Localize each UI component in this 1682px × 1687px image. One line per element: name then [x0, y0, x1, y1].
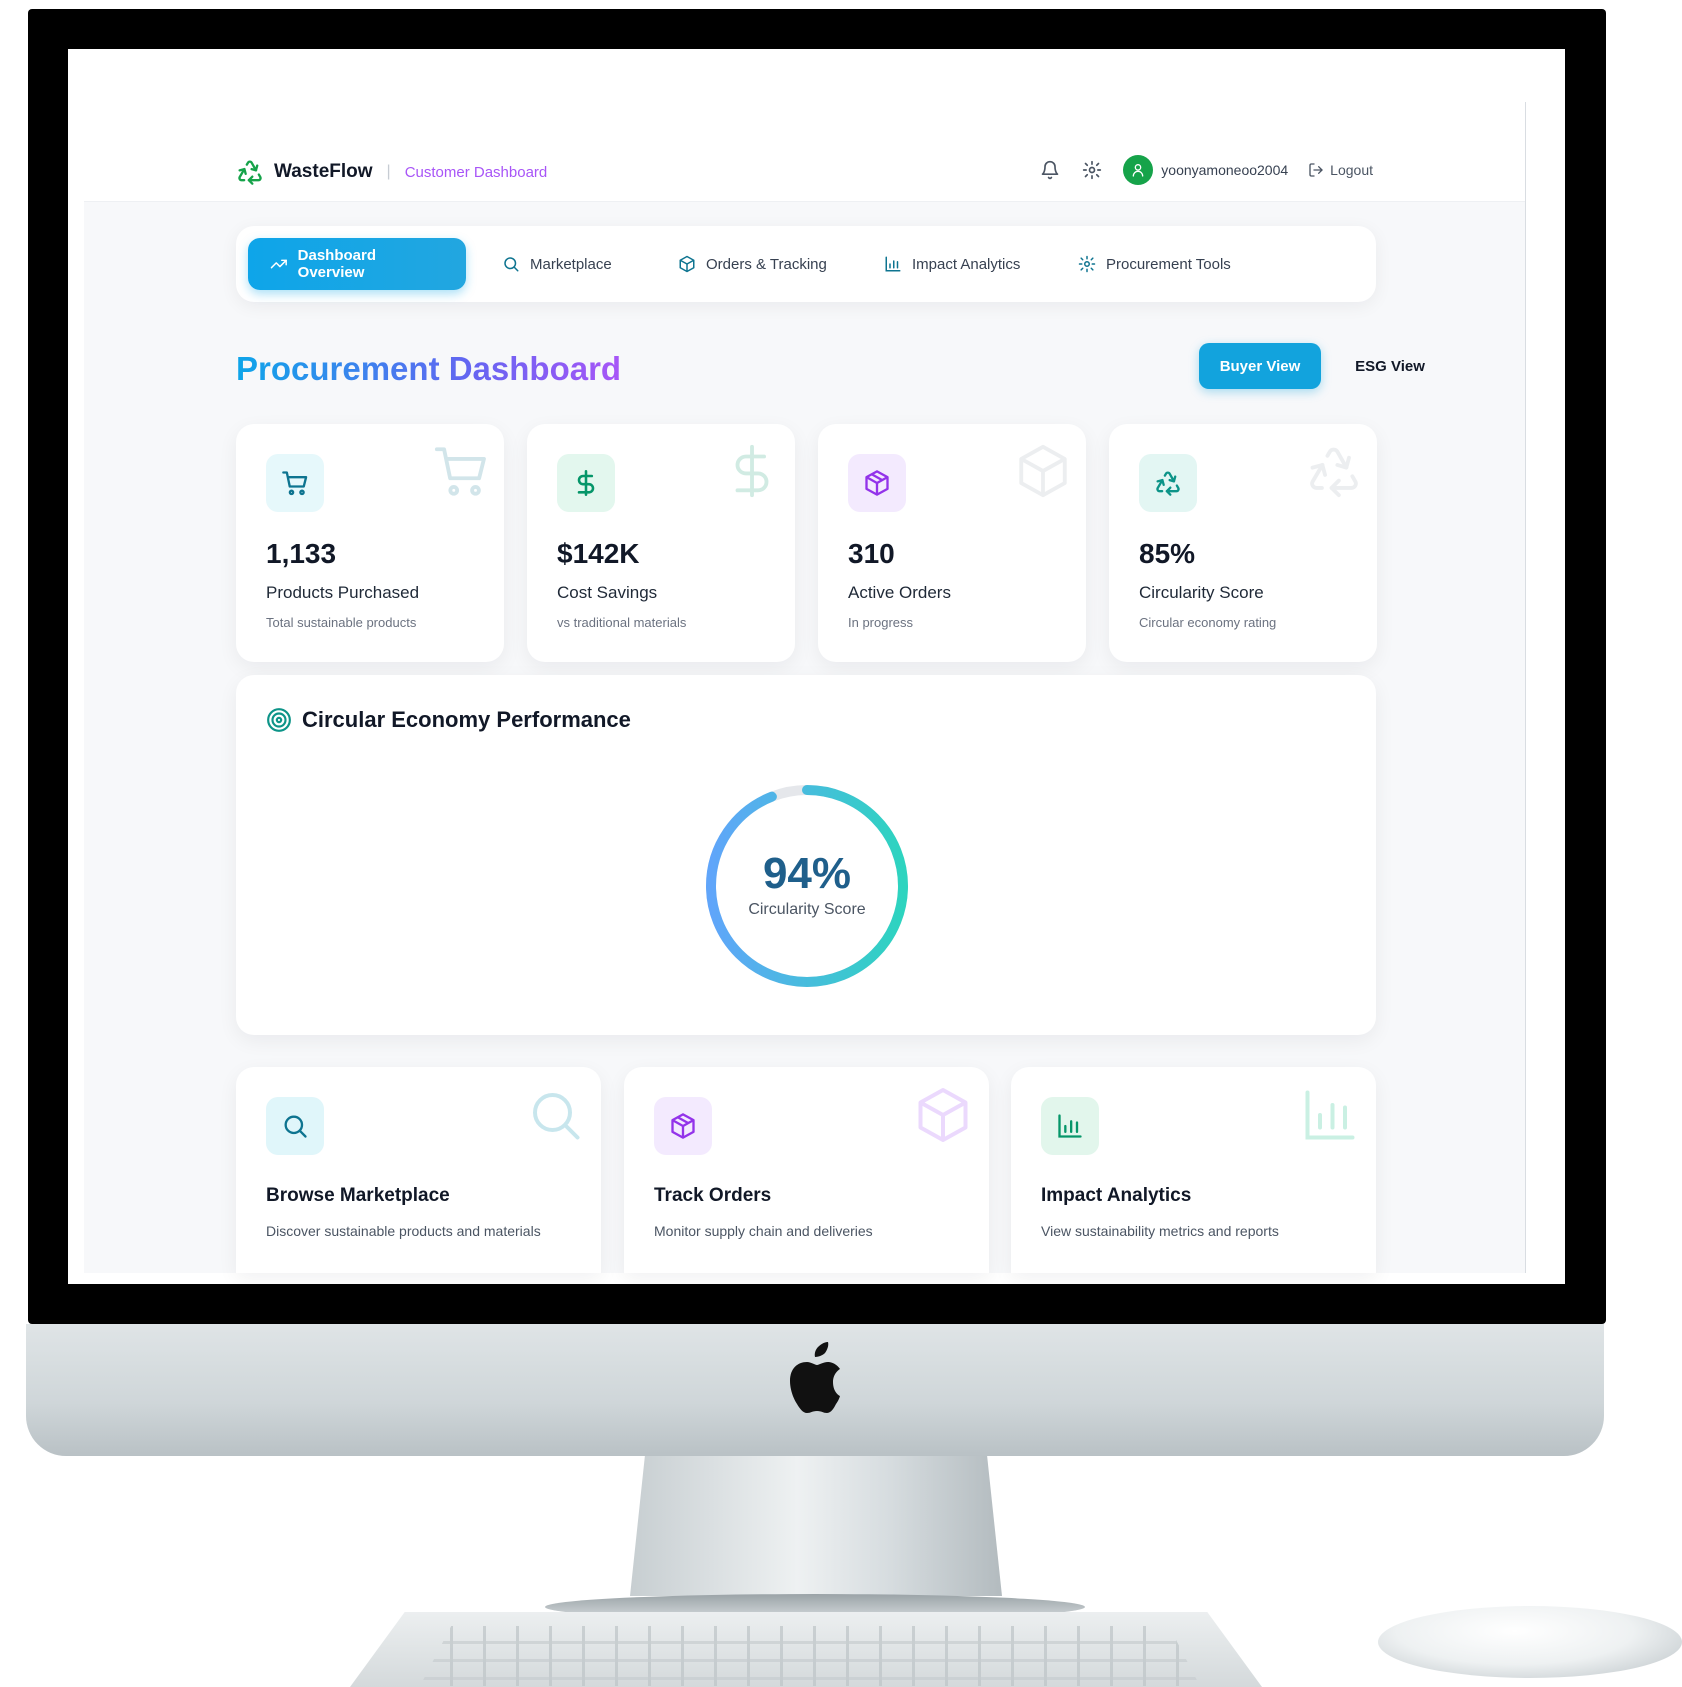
app-header: WasteFlow | Customer Dashboard yoonyamon…	[84, 102, 1525, 202]
esg-view-button[interactable]: ESG View	[1329, 343, 1451, 389]
tab-label: Impact Analytics	[912, 255, 1021, 273]
stat-subtext: Circular economy rating	[1139, 615, 1277, 630]
stat-value: 1,133	[266, 538, 337, 569]
target-icon	[267, 708, 291, 732]
action-title: Impact Analytics	[1041, 1185, 1192, 1206]
tab-marketplace[interactable]: Marketplace	[480, 238, 634, 290]
stat-card-active-orders: 310 Active Orders In progress	[818, 424, 1086, 662]
tab-procurement-tools[interactable]: Procurement Tools	[1056, 238, 1253, 290]
tab-label: Dashboard Overview	[297, 247, 377, 281]
package-icon	[865, 470, 889, 496]
stat-value: $142K	[557, 538, 640, 569]
bar-chart-icon	[885, 256, 901, 272]
apple-logo-icon	[790, 1342, 840, 1413]
stat-icon-bg	[1139, 454, 1197, 512]
stat-label: Products Purchased	[266, 583, 420, 602]
brand-subtitle: Customer Dashboard	[404, 163, 548, 181]
stat-label: Active Orders	[848, 583, 951, 602]
logout-icon	[1309, 163, 1323, 177]
monitor-stand	[630, 1456, 1002, 1596]
brand[interactable]: WasteFlow | Customer Dashboard	[236, 158, 547, 186]
search-icon	[504, 257, 519, 272]
bar-chart-icon	[1305, 1090, 1355, 1140]
gauge-value: 94%	[762, 849, 852, 898]
action-icon-bg	[654, 1097, 712, 1155]
stat-card-cost-savings: $142K Cost Savings vs traditional materi…	[527, 424, 795, 662]
recycle-icon	[1310, 447, 1358, 498]
dollar-icon	[577, 470, 595, 496]
action-title: Browse Marketplace	[266, 1185, 450, 1206]
stat-card-circularity-score: 85% Circularity Score Circular economy r…	[1109, 424, 1377, 662]
stat-label: Circularity Score	[1139, 583, 1264, 602]
browse-marketplace-card[interactable]: Browse Marketplace Discover sustainable …	[236, 1067, 601, 1273]
track-orders-card[interactable]: Track Orders Monitor supply chain and de…	[624, 1067, 989, 1273]
bell-icon[interactable]	[1039, 159, 1061, 181]
package-icon	[671, 1113, 695, 1139]
stat-value: 310	[848, 538, 895, 569]
tab-label: Orders & Tracking	[706, 255, 827, 273]
gear-icon[interactable]	[1081, 159, 1103, 181]
panel-title: Circular Economy Performance	[266, 707, 631, 733]
stat-icon-bg	[266, 454, 324, 512]
stat-label: Cost Savings	[557, 583, 658, 602]
stat-subtext: vs traditional materials	[557, 615, 687, 630]
stat-icon-bg	[848, 454, 906, 512]
brand-name: WasteFlow	[274, 161, 373, 182]
keyboard-keys	[420, 1626, 1200, 1686]
circularity-gauge: 94% Circularity Score	[704, 783, 910, 989]
action-description: Discover sustainable products and materi…	[266, 1223, 541, 1239]
page-title: Procurement Dashboard	[236, 350, 622, 387]
cart-icon	[434, 447, 486, 496]
action-title: Track Orders	[654, 1185, 772, 1206]
logout-button[interactable]: Logout	[1308, 162, 1373, 178]
main-nav: Dashboard Overview Marketplace Orders & …	[236, 226, 1376, 302]
tab-dashboard-overview[interactable]: Dashboard Overview	[248, 238, 466, 290]
monitor-screen: WasteFlow | Customer Dashboard yoonyamon…	[68, 49, 1565, 1284]
username: yoonyamoneoo2004	[1161, 162, 1289, 178]
brand-separator: |	[386, 163, 391, 180]
stat-icon-bg	[557, 454, 615, 512]
user-menu[interactable]: yoonyamoneoo2004	[1123, 155, 1288, 185]
buyer-view-button[interactable]: Buyer View	[1199, 343, 1321, 389]
stat-value: 85%	[1139, 538, 1196, 569]
dollar-icon	[735, 444, 769, 498]
stat-card-products-purchased: 1,133 Products Purchased Total sustainab…	[236, 424, 504, 662]
gear-icon	[1078, 255, 1096, 273]
bar-chart-icon	[1058, 1114, 1082, 1138]
package-icon	[1019, 444, 1067, 498]
panel-title-text: Circular Economy Performance	[302, 707, 631, 732]
circular-economy-panel: Circular Economy Performance 94% Circula…	[236, 675, 1376, 1035]
avatar	[1123, 155, 1154, 185]
cart-icon	[282, 471, 308, 496]
tab-orders-tracking[interactable]: Orders & Tracking	[656, 238, 849, 290]
header-actions: yoonyamoneoo2004 Logout	[1039, 155, 1373, 185]
tab-label: Procurement Tools	[1106, 255, 1231, 273]
trending-up-icon	[270, 259, 287, 269]
search-icon	[533, 1093, 580, 1140]
logout-label: Logout	[1330, 162, 1373, 178]
search-icon	[284, 1115, 307, 1138]
stat-subtext: In progress	[848, 615, 914, 630]
action-icon-bg	[266, 1097, 324, 1155]
view-toggle: Buyer View ESG View	[1199, 343, 1451, 389]
tab-label: Marketplace	[530, 255, 612, 273]
package-icon	[918, 1088, 968, 1142]
recycle-icon	[1156, 471, 1180, 496]
app-window: WasteFlow | Customer Dashboard yoonyamon…	[84, 102, 1526, 1273]
tab-impact-analytics[interactable]: Impact Analytics	[862, 238, 1042, 290]
stat-subtext: Total sustainable products	[266, 615, 417, 630]
action-description: View sustainability metrics and reports	[1041, 1223, 1279, 1239]
recycle-logo-icon	[238, 160, 262, 185]
gauge-label: Circularity Score	[748, 901, 866, 918]
action-icon-bg	[1041, 1097, 1099, 1155]
action-description: Monitor supply chain and deliveries	[654, 1223, 873, 1239]
package-icon	[679, 255, 695, 273]
impact-analytics-card[interactable]: Impact Analytics View sustainability met…	[1011, 1067, 1376, 1273]
mouse	[1378, 1606, 1682, 1678]
